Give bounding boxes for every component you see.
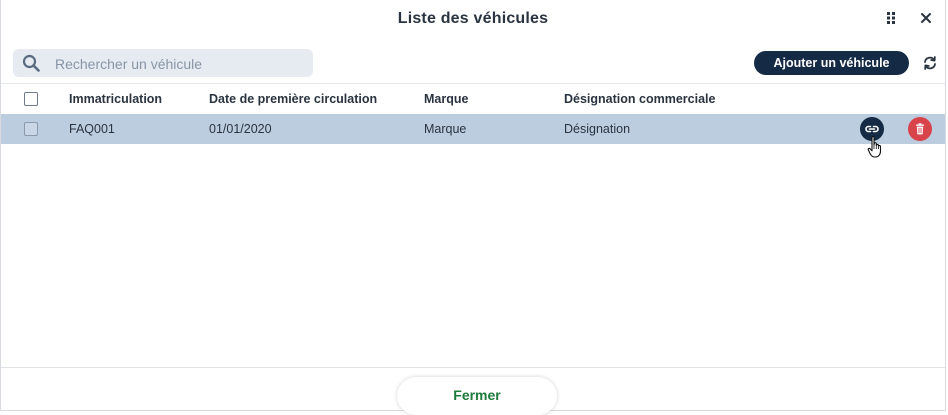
row-checkbox[interactable]: [24, 122, 38, 136]
cell-designation: Désignation: [564, 122, 631, 136]
link-vehicle-button[interactable]: [860, 117, 884, 141]
drag-grip-icon[interactable]: [885, 11, 897, 25]
cell-immatriculation: FAQ001: [69, 122, 115, 136]
column-header-immatriculation[interactable]: Immatriculation: [69, 92, 162, 106]
table-row[interactable]: FAQ001 01/01/2020 Marque Désignation: [1, 114, 945, 144]
close-icon[interactable]: [917, 9, 935, 27]
select-all-checkbox[interactable]: [24, 92, 38, 106]
cell-date: 01/01/2020: [209, 122, 272, 136]
add-vehicle-button[interactable]: Ajouter un véhicule: [754, 51, 909, 75]
cell-marque: Marque: [424, 122, 467, 136]
trash-icon: [916, 123, 924, 135]
column-header-date[interactable]: Date de première circulation: [209, 92, 377, 106]
link-icon: [865, 125, 879, 133]
column-header-designation[interactable]: Désignation commerciale: [564, 92, 715, 106]
close-dialog-button[interactable]: Fermer: [397, 377, 557, 415]
column-header-marque[interactable]: Marque: [424, 92, 468, 106]
table-header: Immatriculation Date de première circula…: [1, 84, 945, 114]
search-box: [13, 49, 313, 77]
search-input[interactable]: [53, 53, 307, 75]
delete-vehicle-button[interactable]: [908, 117, 932, 141]
vehicle-list-dialog: Liste des véhicules Ajouter un véhicule: [0, 0, 946, 415]
refresh-icon[interactable]: [921, 54, 939, 72]
search-icon: [22, 54, 40, 72]
divider: [1, 367, 945, 368]
dialog-title: Liste des véhicules: [397, 10, 549, 27]
dialog-header: Liste des véhicules: [1, 0, 945, 40]
